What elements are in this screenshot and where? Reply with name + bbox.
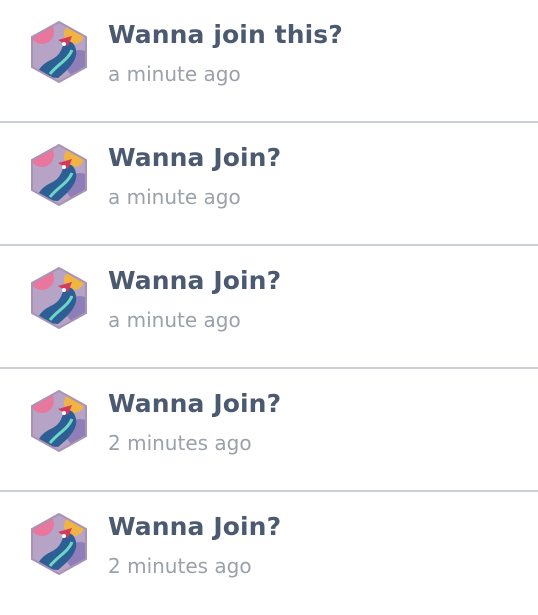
- notification-item[interactable]: Wanna Join? a minute ago: [0, 123, 538, 246]
- notification-timestamp: a minute ago: [108, 62, 241, 86]
- notification-title: Wanna Join?: [108, 143, 282, 172]
- notification-item[interactable]: Wanna Join? 2 minutes ago: [0, 492, 538, 615]
- notification-list: Wanna join this? a minute ago Wanna Join…: [0, 0, 538, 615]
- notification-timestamp: a minute ago: [108, 308, 241, 332]
- notification-timestamp: 2 minutes ago: [108, 431, 252, 455]
- notification-title: Wanna Join?: [108, 266, 282, 295]
- notification-item[interactable]: Wanna join this? a minute ago: [0, 0, 538, 123]
- notification-timestamp: 2 minutes ago: [108, 554, 252, 578]
- dragon-avatar-icon[interactable]: [28, 389, 90, 453]
- dragon-avatar-icon[interactable]: [28, 143, 90, 207]
- notification-title: Wanna Join?: [108, 512, 282, 541]
- notification-item[interactable]: Wanna Join? 2 minutes ago: [0, 369, 538, 492]
- notification-item[interactable]: Wanna Join? a minute ago: [0, 246, 538, 369]
- notification-title: Wanna Join?: [108, 389, 282, 418]
- dragon-avatar-icon[interactable]: [28, 512, 90, 576]
- notification-title: Wanna join this?: [108, 20, 343, 49]
- dragon-avatar-icon[interactable]: [28, 266, 90, 330]
- dragon-avatar-icon[interactable]: [28, 20, 90, 84]
- notification-timestamp: a minute ago: [108, 185, 241, 209]
